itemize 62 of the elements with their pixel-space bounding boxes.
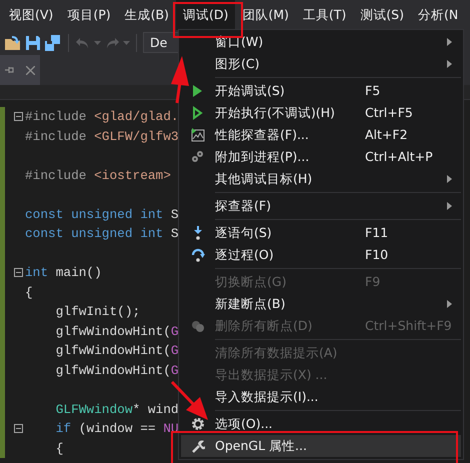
shortcut-text: F10: [365, 246, 390, 264]
code-line: const unsigned int S: [25, 206, 179, 224]
menu-bar-item[interactable]: 生成(B): [118, 0, 176, 30]
menu-item-label[interactable]: 性能探查器(F)...: [215, 126, 365, 144]
shortcut-text: Ctrl+Shift+F9: [365, 316, 452, 335]
code-line: #include <GLFW/glfw3: [25, 128, 179, 146]
menu-item-label: 删除所有断点(D): [215, 316, 314, 335]
save-icon[interactable]: [25, 34, 41, 50]
open-folder-icon[interactable]: [4, 34, 22, 50]
save-all-icon[interactable]: [44, 34, 62, 50]
highlighted-menu-item[interactable]: OpenGL 属性...: [181, 435, 461, 457]
menu-item-label[interactable]: 新建断点(B): [215, 294, 365, 314]
menu-item-label[interactable]: 选项(O)...: [215, 414, 365, 434]
code-line: GLFWwindow* wind: [54, 400, 179, 419]
menu-bar-item[interactable]: 工具(T): [296, 0, 354, 30]
menu-item-label: 导出数据提示(X) ...: [215, 366, 328, 384]
menu-item-label[interactable]: 逐过程(O): [215, 246, 365, 264]
settings-icon: [191, 417, 205, 431]
play-outline-icon: [191, 106, 205, 120]
code-line: #include <iostream>: [25, 166, 171, 185]
menu-bar-item[interactable]: 测试(S): [353, 0, 411, 30]
close-icon[interactable]: [26, 66, 35, 74]
code-line: glfwWindowHint(G: [54, 362, 179, 380]
menu-item-label: 切换断点(G): [215, 272, 288, 291]
menu-bar-item[interactable]: 团队(M): [235, 0, 296, 30]
code-line: {: [54, 440, 64, 458]
annotation-arrow: [171, 56, 189, 104]
collapse-icon[interactable]: [14, 268, 22, 278]
menu-item-label: 清除所有数据提示(A): [215, 344, 338, 362]
code-line: glfwWindowHint(G: [54, 322, 179, 341]
code-line: glfwInit();: [54, 303, 140, 322]
menu-item-label[interactable]: 开始调试(S): [215, 82, 365, 100]
code-line: const unsigned int S: [25, 225, 179, 244]
code-line: #include <glad/glad.: [25, 108, 179, 126]
wrench-icon: [191, 439, 205, 453]
shortcut-text: F11: [365, 224, 390, 242]
shortcut-text: Ctrl+Alt+P: [365, 148, 434, 166]
menu-bar-item[interactable]: 分析(N: [410, 0, 466, 30]
menu-bar-item[interactable]: 视图(V): [2, 0, 60, 30]
menu-item-label[interactable]: 开始执行(不调试)(H): [215, 104, 365, 122]
menu-item-label[interactable]: 其他调试目标(H): [215, 170, 365, 188]
menu-item-label[interactable]: OpenGL 属性...: [215, 436, 365, 456]
code-line: int main(): [25, 264, 102, 282]
code-line: {: [25, 284, 33, 302]
shortcut-text: Alt+F2: [365, 126, 409, 144]
shortcut-text: F5: [365, 82, 382, 100]
menu-item-label[interactable]: 附加到进程(P)...: [215, 148, 365, 166]
menu-bar-item[interactable]: 调试(D): [176, 0, 236, 30]
menu-item-label[interactable]: 导入数据提示(I)...: [215, 388, 365, 406]
gears-icon: [191, 150, 205, 164]
collapse-icon[interactable]: [14, 112, 22, 122]
menu-item-label[interactable]: 逐语句(S): [215, 224, 365, 242]
code-line: glfwWindowHint(G: [54, 342, 179, 360]
menu-bar-item[interactable]: 项目(P): [60, 0, 118, 30]
pin-icon[interactable]: [5, 65, 16, 75]
chart-icon: [191, 128, 205, 142]
collapse-icon[interactable]: [14, 424, 22, 434]
shortcut-text: F9: [365, 272, 382, 291]
circles-icon: [191, 319, 205, 333]
curved-arrow-icon: [191, 248, 205, 262]
menu-item-label[interactable]: 探查器(F): [215, 196, 365, 216]
shortcut-text: Ctrl+F5: [365, 104, 414, 122]
